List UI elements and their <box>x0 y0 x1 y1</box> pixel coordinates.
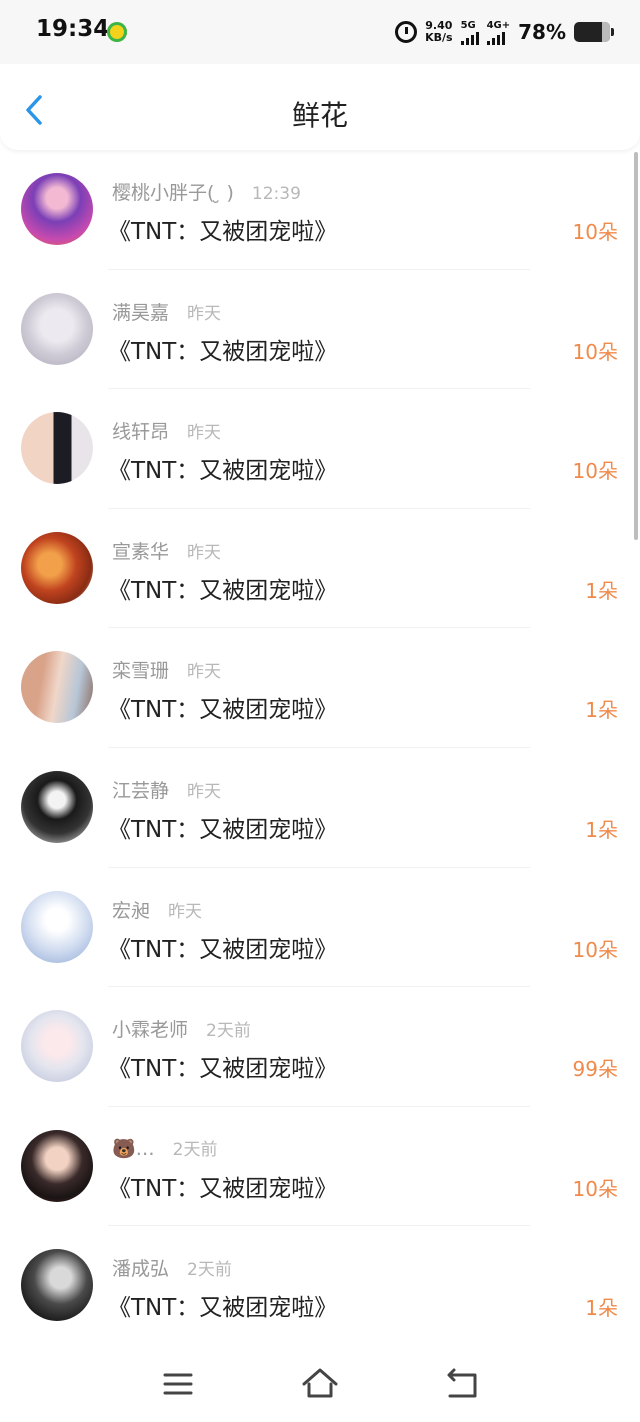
list-item[interactable]: 小霖老师 2天前 《TNT：又被团宠啦》 99朵 <box>0 987 640 1107</box>
music-app-icon <box>107 22 127 42</box>
timestamp: 12:39 <box>251 184 301 204</box>
list-item[interactable]: 宣素华 昨天 《TNT：又被团宠啦》 1朵 <box>0 509 640 629</box>
header: 鲜花 <box>0 64 640 150</box>
signal-4g-label: 4G+ <box>486 19 511 31</box>
avatar[interactable] <box>21 770 93 843</box>
home-icon <box>302 1368 338 1398</box>
menu-button[interactable] <box>158 1364 198 1404</box>
sender-name: 🐻… <box>112 1137 155 1160</box>
page-title: 鲜花 <box>291 99 348 132</box>
flower-count: 99朵 <box>572 1057 618 1082</box>
sender-name: 满昊嘉 <box>112 301 170 324</box>
gift-title: 《TNT：又被团宠啦》 <box>108 697 338 724</box>
timestamp: 昨天 <box>168 901 203 922</box>
list-item[interactable]: 线轩昂 昨天 《TNT：又被团宠啦》 10朵 <box>0 389 640 509</box>
signal-5g: 5G <box>460 19 479 45</box>
signal-bars-icon <box>486 31 505 45</box>
flower-count: 10朵 <box>572 1176 618 1201</box>
list-item[interactable]: 🐻… 2天前 《TNT：又被团宠啦》 10朵 <box>0 1107 640 1227</box>
sender-line: 樱桃小胖子( ̮ ) 12:39 <box>112 178 301 205</box>
sender-line: 江芸静 昨天 <box>112 776 221 803</box>
timestamp: 昨天 <box>187 303 222 324</box>
gift-title: 《TNT：又被团宠啦》 <box>108 338 338 365</box>
list-item[interactable]: 江芸静 昨天 《TNT：又被团宠啦》 1朵 <box>0 748 640 868</box>
avatar[interactable] <box>21 1129 93 1202</box>
signal-4g: 4G+ <box>486 19 511 45</box>
gift-title: 《TNT：又被团宠啦》 <box>108 936 338 963</box>
avatar[interactable] <box>21 173 93 245</box>
timestamp: 昨天 <box>187 662 222 683</box>
status-bar: 19:34 9.40 KB/s 5G 4G+ 78% <box>0 0 640 64</box>
flower-count: 10朵 <box>572 459 618 484</box>
flower-count: 10朵 <box>572 937 618 962</box>
alarm-icon <box>395 21 418 43</box>
flower-count: 1朵 <box>585 817 618 842</box>
sender-line: 小霖老师 2天前 <box>112 1015 251 1042</box>
sender-name: 江芸静 <box>112 779 170 802</box>
sender-name: 潘成弘 <box>112 1258 170 1281</box>
sender-line: 🐻… 2天前 <box>112 1135 218 1160</box>
flower-count: 10朵 <box>572 339 618 364</box>
avatar[interactable] <box>21 292 93 365</box>
return-button[interactable] <box>442 1364 482 1404</box>
sender-name: 樱桃小胖子( ̮ ) <box>112 182 234 204</box>
sender-line: 宏昶 昨天 <box>112 896 202 923</box>
sender-line: 潘成弘 2天前 <box>112 1254 232 1281</box>
timestamp: 昨天 <box>187 542 222 563</box>
gift-title: 《TNT：又被团宠啦》 <box>108 458 338 485</box>
avatar[interactable] <box>21 890 93 963</box>
sender-name: 宏昶 <box>112 899 151 922</box>
avatar[interactable] <box>21 412 93 485</box>
flower-gift-list: 樱桃小胖子( ̮ ) 12:39 《TNT：又被团宠啦》 10朵 满昊嘉 昨天 《T… <box>0 150 640 1346</box>
list-item[interactable]: 宏昶 昨天 《TNT：又被团宠啦》 10朵 <box>0 868 640 988</box>
list-item[interactable]: 潘成弘 2天前 《TNT：又被团宠啦》 1朵 <box>0 1226 640 1346</box>
signal-5g-label: 5G <box>460 19 476 31</box>
sender-line: 宣素华 昨天 <box>112 537 221 564</box>
battery-percent: 78% <box>518 20 566 44</box>
status-indicators: 9.40 KB/s 5G 4G+ 78% <box>395 16 614 48</box>
sender-line: 栾雪珊 昨天 <box>112 656 221 683</box>
return-icon <box>447 1368 477 1398</box>
sender-line: 线轩昂 昨天 <box>112 417 221 444</box>
list-item[interactable]: 樱桃小胖子( ̮ ) 12:39 《TNT：又被团宠啦》 10朵 <box>0 150 640 270</box>
gift-title: 《TNT：又被团宠啦》 <box>108 1295 338 1322</box>
gift-title: 《TNT：又被团宠啦》 <box>108 1056 338 1083</box>
sender-name: 宣素华 <box>112 540 170 563</box>
flower-count: 10朵 <box>572 220 618 244</box>
avatar[interactable] <box>21 651 93 724</box>
timestamp: 2天前 <box>206 1021 251 1042</box>
list-item[interactable]: 栾雪珊 昨天 《TNT：又被团宠啦》 1朵 <box>0 628 640 748</box>
timestamp: 2天前 <box>172 1139 218 1160</box>
sender-name: 线轩昂 <box>112 421 170 444</box>
sender-name: 小霖老师 <box>112 1019 189 1042</box>
flower-count: 1朵 <box>585 1296 618 1321</box>
gift-title: 《TNT：又被团宠啦》 <box>108 577 338 604</box>
timestamp: 昨天 <box>187 423 222 444</box>
sender-name: 栾雪珊 <box>112 660 170 683</box>
system-nav-bar <box>0 1346 640 1422</box>
battery-icon <box>574 22 614 42</box>
status-time: 19:34 <box>36 16 110 42</box>
list-item[interactable]: 满昊嘉 昨天 《TNT：又被团宠啦》 10朵 <box>0 270 640 390</box>
gift-title: 《TNT：又被团宠啦》 <box>108 816 338 843</box>
avatar[interactable] <box>21 531 93 604</box>
scrollbar[interactable] <box>634 152 638 540</box>
sender-line: 满昊嘉 昨天 <box>112 298 221 325</box>
home-button[interactable] <box>300 1364 340 1404</box>
avatar[interactable] <box>21 1010 93 1083</box>
timestamp: 2天前 <box>187 1260 232 1281</box>
menu-icon <box>163 1373 193 1395</box>
signal-bars-icon <box>460 31 479 45</box>
gift-title: 《TNT：又被团宠啦》 <box>108 219 338 245</box>
timestamp: 昨天 <box>187 781 222 802</box>
gift-title: 《TNT：又被团宠啦》 <box>108 1175 338 1202</box>
avatar[interactable] <box>21 1249 93 1322</box>
flower-count: 1朵 <box>585 698 618 723</box>
network-speed: 9.40 KB/s <box>425 20 452 44</box>
network-speed-unit: KB/s <box>425 31 453 44</box>
flower-count: 1朵 <box>585 578 618 603</box>
